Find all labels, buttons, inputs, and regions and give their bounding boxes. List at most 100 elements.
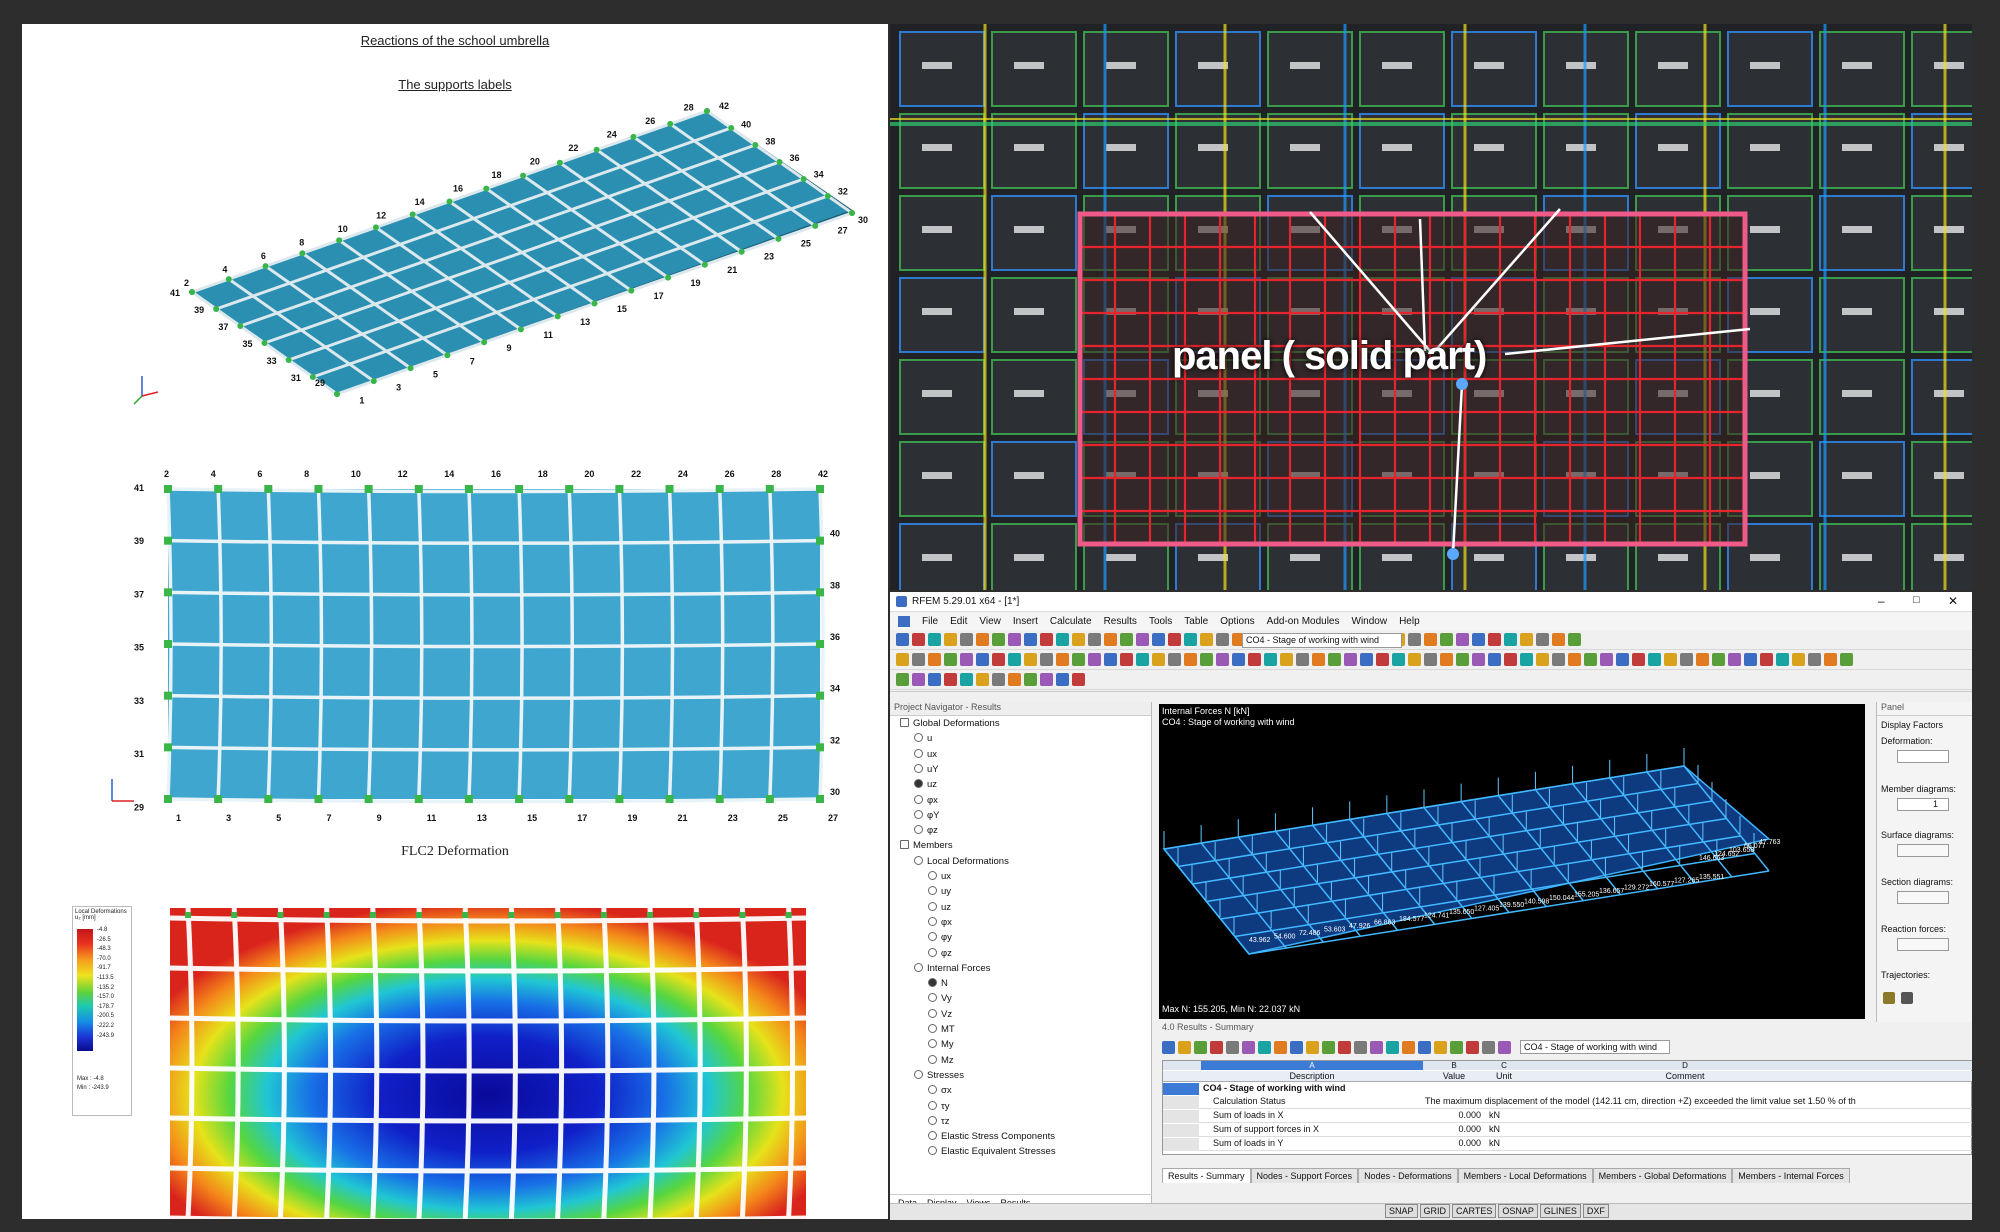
navigator-item[interactable]: φz (914, 825, 938, 836)
col-description[interactable]: Description (1201, 1071, 1423, 1081)
radio-icon[interactable] (928, 871, 937, 880)
model-viewport[interactable]: Internal Forces N [kN] CO4 : Stage of wo… (1159, 704, 1865, 1019)
navigator-item[interactable]: MT (928, 1024, 955, 1035)
toolbar-icon[interactable] (1008, 653, 1021, 666)
navigator-item[interactable]: τy (928, 1100, 950, 1112)
reaction-forces-input[interactable] (1897, 938, 1949, 951)
maximize-button[interactable]: □ (1913, 594, 1920, 606)
radio-icon[interactable] (928, 916, 937, 926)
tab-members-internal-forces[interactable]: Members - Internal Forces (1732, 1168, 1850, 1183)
toolbar-icon[interactable] (1120, 653, 1133, 666)
radio-icon[interactable] (928, 1100, 937, 1110)
toolbar-icon[interactable] (896, 673, 909, 686)
radio-icon[interactable] (914, 825, 923, 835)
results-toolbar-icon[interactable] (1194, 1040, 1207, 1054)
toolbar-icon[interactable] (1136, 633, 1149, 646)
toolbar-icon[interactable] (1040, 633, 1053, 646)
toolbar-icon[interactable] (1536, 653, 1549, 666)
navigator-item[interactable]: Mz (928, 1054, 954, 1066)
toolbar-icon[interactable] (1296, 653, 1309, 666)
toolbar-icon[interactable] (992, 673, 1005, 686)
toolbar-icon[interactable] (1024, 673, 1037, 686)
toolbar-icon[interactable] (1360, 653, 1373, 666)
tab-nodes-deformations[interactable]: Nodes - Deformations (1358, 1168, 1458, 1183)
navigator-item[interactable]: Global Deformations (900, 718, 1000, 729)
results-toolbar-icon[interactable] (1274, 1040, 1287, 1054)
toolbar-icon[interactable] (1056, 653, 1069, 666)
toolbar-icon[interactable] (976, 633, 989, 646)
toolbar-icon[interactable] (1616, 653, 1629, 666)
results-load-case-select[interactable]: CO4 - Stage of working with wind (1520, 1040, 1670, 1054)
radio-icon[interactable] (914, 733, 923, 743)
toolbar-icon[interactable] (1776, 653, 1789, 666)
toolbar-icon[interactable] (1136, 653, 1149, 666)
toolbar-icon[interactable] (1568, 653, 1581, 666)
table-row[interactable]: Sum of support forces in X 0.000 kN (1163, 1124, 1972, 1137)
radio-icon[interactable] (914, 763, 923, 773)
toolbar-icon[interactable] (1472, 653, 1485, 666)
toolbar-icon[interactable] (1152, 653, 1165, 666)
toolbar-icon[interactable] (1088, 653, 1101, 666)
menu-options[interactable]: Options (1220, 616, 1254, 627)
toolbar-icon[interactable] (1056, 673, 1069, 686)
toolbar-icon[interactable] (992, 633, 1005, 646)
toolbar-icon[interactable] (1712, 653, 1725, 666)
toolbar-icon[interactable] (1008, 633, 1021, 646)
toolbar-icon[interactable] (1328, 653, 1341, 666)
radio-icon[interactable] (900, 718, 909, 727)
navigator-item[interactable]: Elastic Equivalent Stresses (928, 1146, 1056, 1157)
toolbar-icon[interactable] (1568, 633, 1581, 646)
toolbar-icon[interactable] (1600, 653, 1613, 666)
toolbar-icon[interactable] (1664, 653, 1677, 666)
col-comment[interactable]: Comment (1525, 1071, 1845, 1081)
toolbar-icon[interactable] (960, 653, 973, 666)
toolbar-icon[interactable] (1440, 633, 1453, 646)
toolbar-icon[interactable] (1536, 633, 1549, 646)
toolbar-icon[interactable] (1264, 653, 1277, 666)
toolbar-icon[interactable] (1584, 653, 1597, 666)
results-toolbar-icon[interactable] (1354, 1040, 1367, 1054)
toolbar-icon[interactable] (1040, 673, 1053, 686)
radio-icon[interactable] (928, 1085, 937, 1095)
toolbar-icon[interactable] (1824, 653, 1837, 666)
navigator-item[interactable]: τz (928, 1115, 950, 1127)
menu-table[interactable]: Table (1184, 616, 1208, 627)
toolbar-icon[interactable] (928, 673, 941, 686)
radio-icon[interactable] (914, 962, 923, 972)
menu-addon-modules[interactable]: Add-on Modules (1267, 616, 1340, 627)
navigator-item[interactable]: Vz (928, 1008, 952, 1020)
toolbar-icon[interactable] (1280, 653, 1293, 666)
radio-icon[interactable] (900, 840, 909, 850)
member-diagrams-input[interactable]: 1 (1897, 798, 1949, 811)
navigator-item[interactable]: φx (928, 916, 952, 928)
radio-icon[interactable] (914, 855, 923, 865)
navigator-item[interactable]: ux (914, 748, 937, 760)
toolbar-icon[interactable] (1744, 653, 1757, 666)
results-toolbar-icon[interactable] (1290, 1040, 1303, 1054)
toolbar-icon[interactable] (1072, 673, 1085, 686)
results-toolbar-icon[interactable] (1498, 1040, 1511, 1054)
navigator-item[interactable]: φy (928, 932, 952, 943)
menu-tools[interactable]: Tools (1149, 616, 1172, 627)
radio-icon[interactable] (928, 901, 937, 911)
status-snap[interactable]: SNAP (1385, 1204, 1418, 1218)
navigator-item[interactable]: φY (914, 809, 940, 821)
tab-members-global-deformations[interactable]: Members - Global Deformations (1592, 1168, 1733, 1183)
status-grid[interactable]: GRID (1419, 1204, 1451, 1218)
results-toolbar-icon[interactable] (1370, 1040, 1383, 1054)
radio-icon[interactable] (928, 1054, 937, 1064)
toolbar-icon[interactable] (1808, 653, 1821, 666)
toolbar-icon[interactable] (1056, 633, 1069, 646)
results-toolbar-icon[interactable] (1226, 1040, 1239, 1054)
toolbar-icon[interactable] (1728, 653, 1741, 666)
toolbar-icon[interactable] (1184, 653, 1197, 666)
radio-icon[interactable] (928, 978, 937, 988)
toolbar-icon[interactable] (1312, 653, 1325, 666)
toolbar-icon[interactable] (928, 653, 941, 666)
status-dxf[interactable]: DXF (1582, 1204, 1609, 1218)
menu-file[interactable]: File (922, 616, 938, 627)
table-row[interactable]: Calculation Status The maximum displaceme… (1163, 1096, 1972, 1109)
menu-help[interactable]: Help (1399, 616, 1420, 627)
toolbar-icon[interactable] (1200, 633, 1213, 646)
toolbar-icon[interactable] (1456, 653, 1469, 666)
